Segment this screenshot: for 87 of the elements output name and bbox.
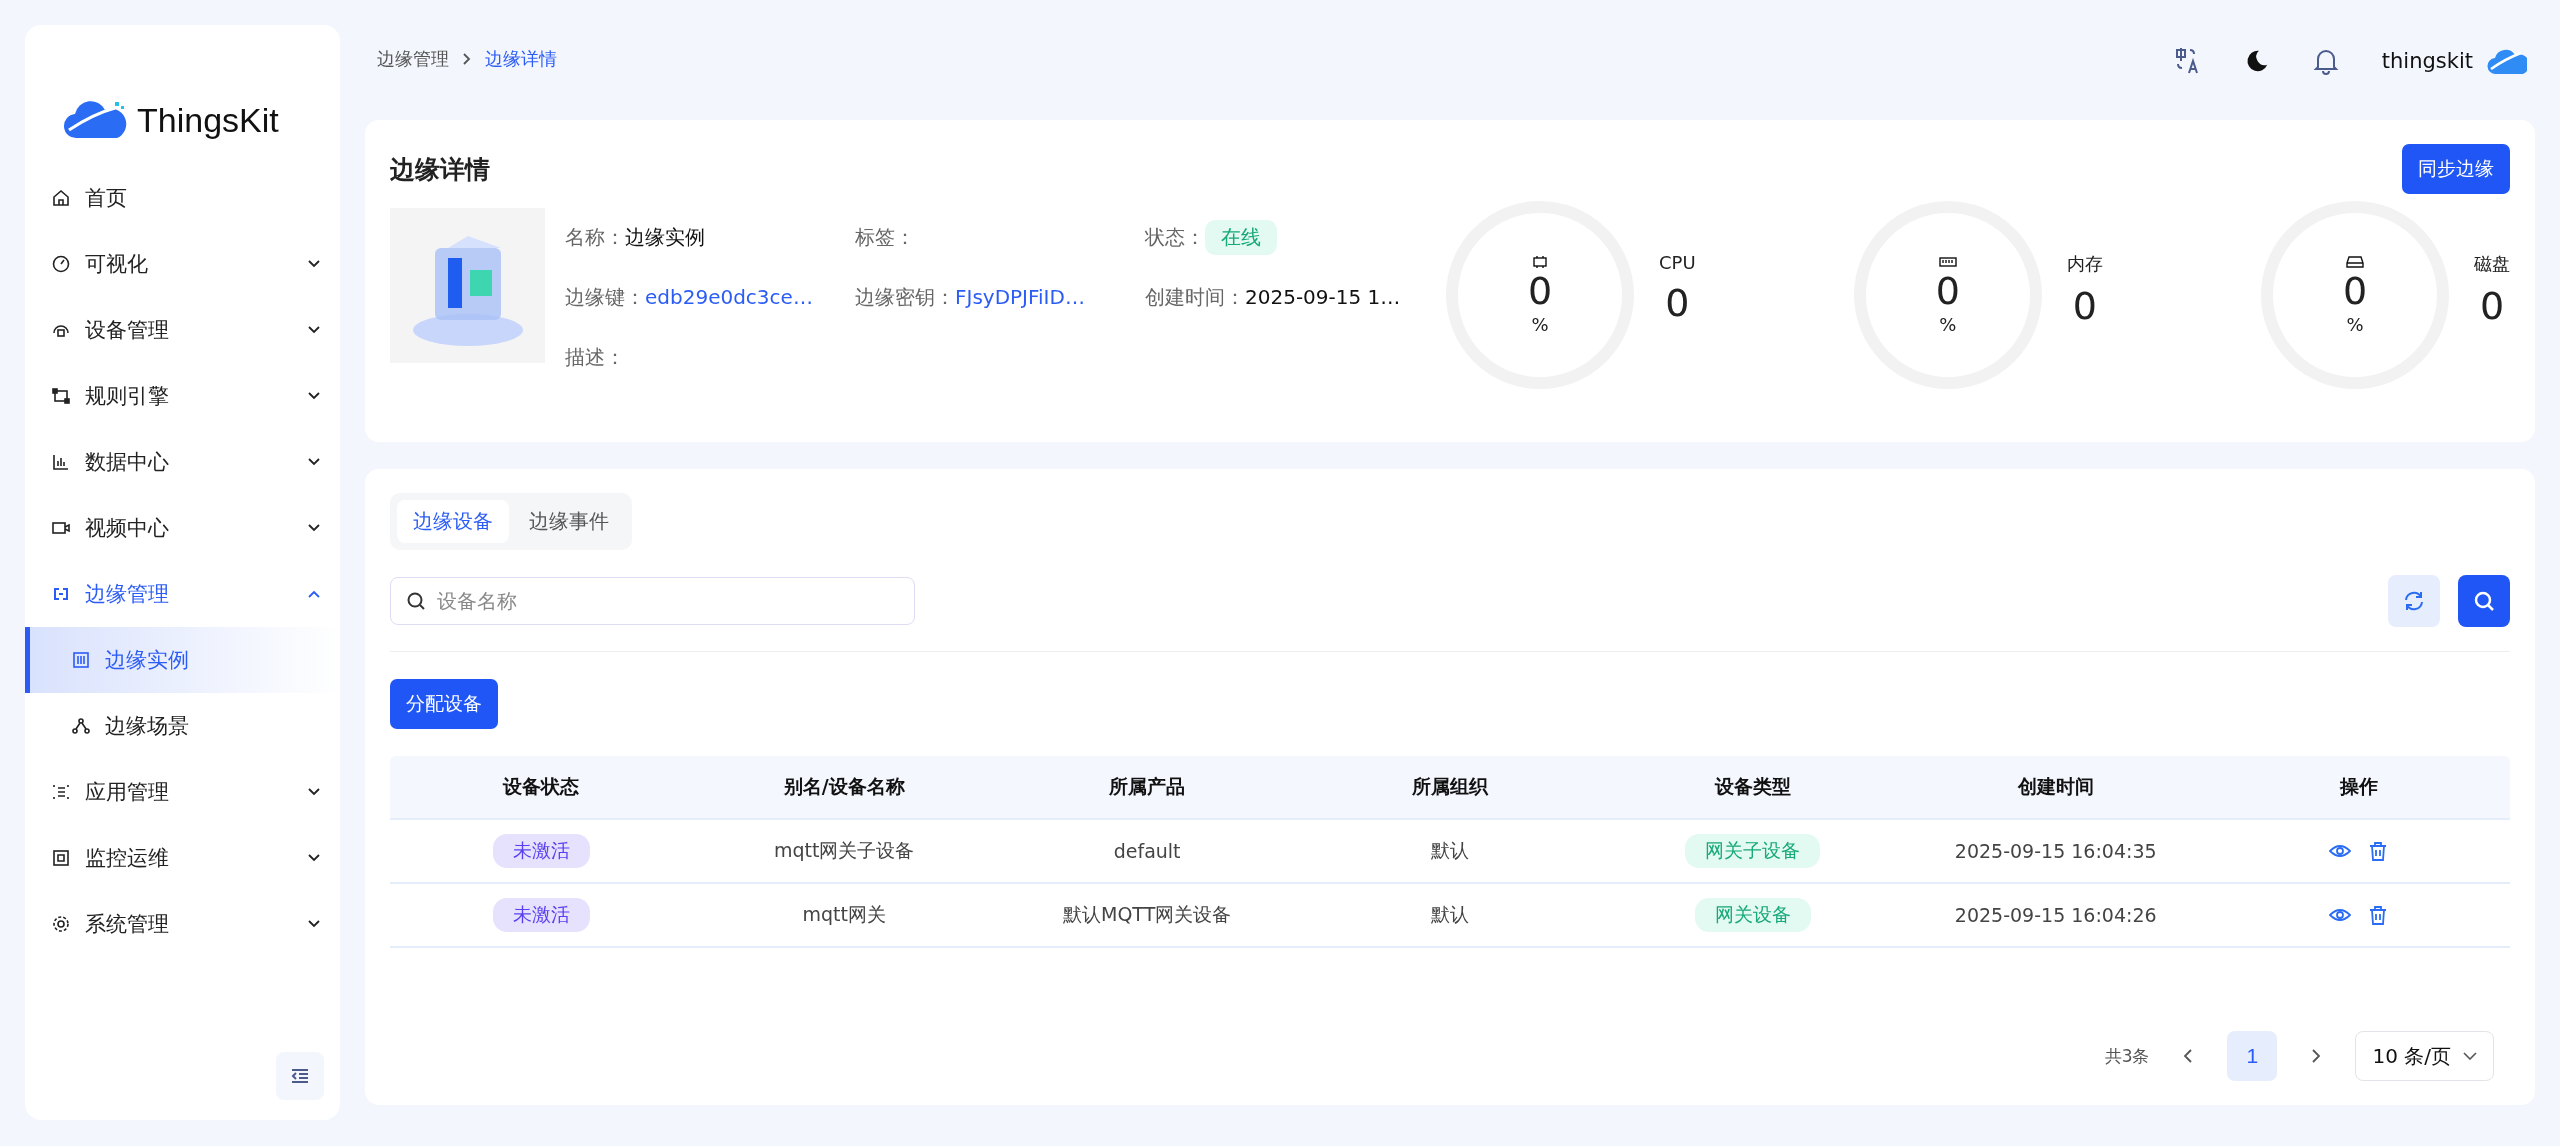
- field-label: 状态：: [1145, 223, 1205, 251]
- gauge-label: 磁盘: [2474, 252, 2510, 276]
- type-tag: 网关子设备: [1685, 834, 1821, 868]
- column-header: 别名/设备名称: [782, 774, 906, 799]
- table-cell-text: 2025-09-15 16:04:26: [1953, 904, 2158, 926]
- bell-icon[interactable]: [2311, 47, 2340, 75]
- tab[interactable]: 边缘设备: [397, 500, 509, 543]
- field-label: 边缘密钥：: [855, 283, 955, 311]
- status-badge: 未激活: [492, 898, 590, 932]
- table-cell-text: 默认MQTT网关设备: [1062, 902, 1233, 927]
- column-header: 操作: [2338, 774, 2379, 799]
- menu-item[interactable]: 应用管理: [25, 759, 340, 825]
- field-label: 描述：: [565, 343, 625, 371]
- refresh-button[interactable]: [2388, 575, 2440, 627]
- assign-devices-button[interactable]: 分配设备: [390, 679, 498, 729]
- gauge-unit: %: [1531, 314, 1549, 336]
- search-icon: [406, 591, 426, 611]
- refresh-icon: [2402, 589, 2426, 613]
- column-header: 设备状态: [501, 774, 581, 799]
- table-cell-text: 2025-09-15 16:04:35: [1953, 840, 2158, 862]
- collapse-menu-button[interactable]: [276, 1052, 324, 1100]
- field-label: 标签：: [855, 223, 915, 251]
- field-label: 名称：: [565, 223, 625, 251]
- table-cell-text: 默认: [1430, 838, 1470, 863]
- previous-page-icon[interactable]: [2183, 1048, 2194, 1064]
- field-link[interactable]: edb29e0dc3ce…: [645, 285, 813, 309]
- field-label: 边缘键：: [565, 283, 645, 311]
- gauge-value: 0: [1527, 268, 1553, 315]
- menu-item[interactable]: 首页: [25, 165, 340, 231]
- column-header: 所属产品: [1108, 774, 1187, 799]
- chevron-icon: [463, 53, 471, 65]
- menu-item[interactable]: 可视化: [25, 231, 340, 297]
- cloud-logo-icon: [63, 100, 127, 140]
- field-value: 2025-09-15 1…: [1245, 285, 1401, 309]
- table-cell-text: mqtt网关子设备: [773, 838, 916, 863]
- cloud-avatar-icon[interactable]: [2487, 47, 2527, 75]
- menu-item[interactable]: 系统管理: [25, 891, 340, 957]
- caret-icon: [2463, 1052, 2477, 1060]
- page-button[interactable]: 1: [2227, 1031, 2278, 1081]
- field-value: 边缘实例: [625, 223, 705, 251]
- total-count: 共3条: [2104, 1044, 2150, 1068]
- nodes-icon: [71, 716, 91, 736]
- menu-item[interactable]: 视频中心: [25, 495, 340, 561]
- home-icon: [51, 188, 71, 208]
- breadcrumb-link[interactable]: 边缘详情: [485, 47, 557, 71]
- search-button[interactable]: [2458, 575, 2510, 627]
- gauge-unit: %: [2346, 314, 2364, 336]
- gauge-reading: 0: [2479, 284, 2505, 328]
- card-title: 边缘详情: [390, 153, 490, 186]
- memory-icon: [1938, 254, 1957, 269]
- next-page-icon[interactable]: [2311, 1048, 2322, 1064]
- gauge-value: 0: [1935, 268, 1960, 315]
- search-icon: [2472, 589, 2496, 613]
- column-header: 设备类型: [1713, 774, 1792, 799]
- field-link[interactable]: FJsyDPJFiID…: [955, 285, 1085, 309]
- sync-button[interactable]: 同步边缘: [2402, 144, 2510, 194]
- gauge-value: 0: [2342, 268, 2368, 315]
- column-header: 创建时间: [2016, 774, 2095, 799]
- status-badge: 未激活: [492, 834, 590, 868]
- gauge-label: 内存: [2066, 252, 2103, 276]
- table-cell-text: mqtt网关: [801, 902, 887, 927]
- column-header: 所属组织: [1411, 774, 1490, 799]
- gauge-reading: 0: [1665, 281, 1690, 325]
- menu-item[interactable]: 数据中心: [25, 429, 340, 495]
- menu-item[interactable]: 设备管理: [25, 297, 340, 363]
- status-tag: 在线: [1205, 219, 1277, 255]
- menu-item[interactable]: 监控运维: [25, 825, 340, 891]
- page-size-select[interactable]: 10 条/页: [2355, 1031, 2494, 1081]
- table-cell-text: 默认: [1430, 902, 1470, 927]
- username[interactable]: thingskit: [2381, 49, 2473, 73]
- gauge-reading: 0: [2072, 284, 2097, 328]
- menu-item[interactable]: 边缘管理: [25, 561, 340, 627]
- type-tag: 网关设备: [1694, 898, 1811, 932]
- tab[interactable]: 边缘事件: [513, 500, 625, 543]
- breadcrumb-link[interactable]: 边缘管理: [377, 47, 449, 71]
- submenu-item[interactable]: 边缘场景: [25, 693, 340, 759]
- chip-icon: [1531, 254, 1549, 269]
- gauge-unit: %: [1939, 314, 1957, 336]
- menu-item[interactable]: 规则引擎: [25, 363, 340, 429]
- search-field[interactable]: 设备名称: [390, 577, 915, 625]
- logo-text: ThingsKit: [137, 100, 279, 140]
- field-label: 创建时间：: [1145, 283, 1245, 311]
- table-cell-text: default: [1112, 840, 1182, 862]
- gauge-label: CPU: [1659, 252, 1696, 273]
- chart-icon: [51, 452, 71, 472]
- menu-collapse-icon: [290, 1066, 310, 1086]
- dashboard-icon: [51, 254, 71, 274]
